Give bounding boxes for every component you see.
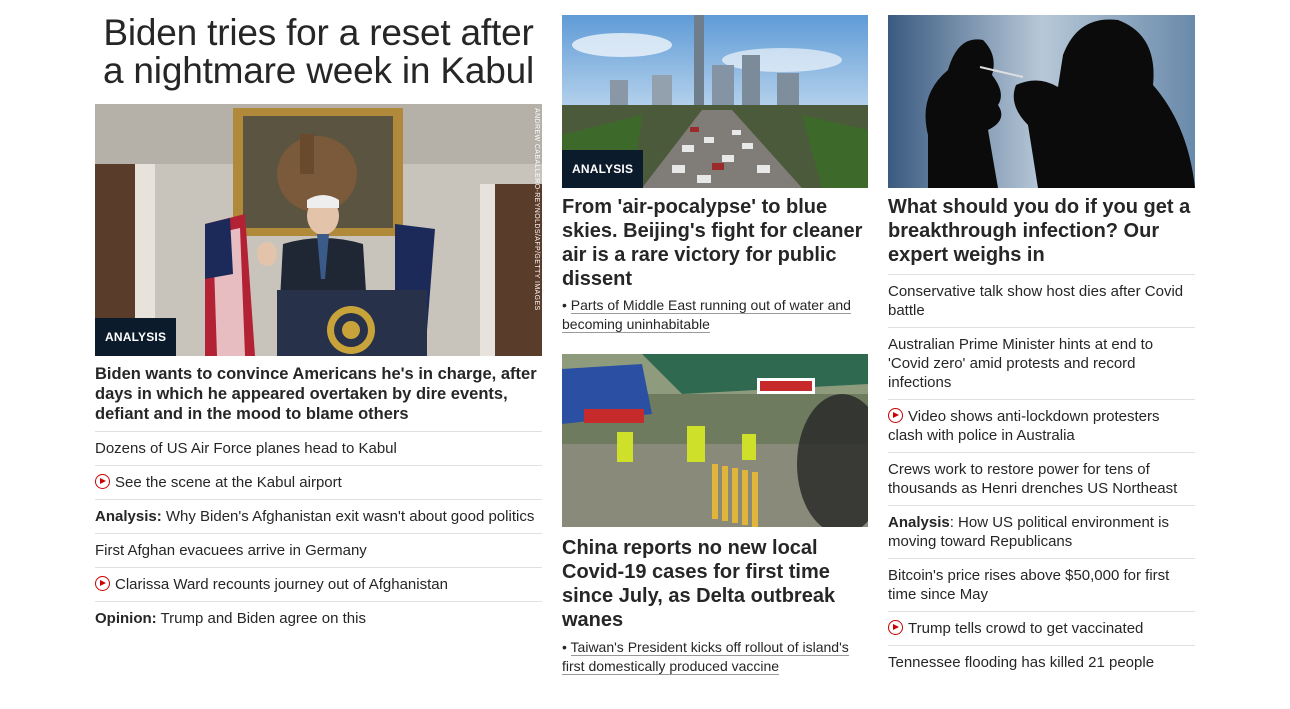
china-covid-testing-photo xyxy=(562,354,868,527)
list-item-text[interactable]: Australian Prime Minister hints at end t… xyxy=(888,336,1153,391)
list-item[interactable]: Opinion: Trump and Biden agree on this xyxy=(95,601,542,635)
list-item-text[interactable]: Tennessee flooding has killed 21 people xyxy=(888,654,1154,671)
middle-column: ANALYSIS From 'air-pocalypse' to blue sk… xyxy=(562,0,868,676)
lead-related-list: Dozens of US Air Force planes head to Ka… xyxy=(95,431,542,635)
related-link-text[interactable]: Parts of Middle East running out of wate… xyxy=(562,297,851,333)
list-item-text[interactable]: Trump tells crowd to get vaccinated xyxy=(908,620,1143,637)
list-item-text[interactable]: First Afghan evacuees arrive in Germany xyxy=(95,542,367,559)
covid-test-silhouette-photo xyxy=(888,15,1195,188)
list-item-text[interactable]: Bitcoin's price rises above $50,000 for … xyxy=(888,567,1169,603)
play-circle-icon xyxy=(888,408,903,423)
analysis-tag: ANALYSIS xyxy=(562,150,644,188)
list-item[interactable]: Bitcoin's price rises above $50,000 for … xyxy=(888,558,1195,611)
list-item[interactable]: Conservative talk show host dies after C… xyxy=(888,274,1195,327)
related-link[interactable]: • Parts of Middle East running out of wa… xyxy=(562,296,868,334)
play-circle-icon xyxy=(888,620,903,635)
list-item-text[interactable]: Dozens of US Air Force planes head to Ka… xyxy=(95,440,397,457)
beijing-story-image[interactable]: ANALYSIS xyxy=(562,15,868,188)
list-item-text[interactable]: Conservative talk show host dies after C… xyxy=(888,283,1183,319)
list-item-text[interactable]: Crews work to restore power for tens of … xyxy=(888,461,1177,497)
china-covid-story-headline[interactable]: China reports no new local Covid-19 case… xyxy=(562,527,868,636)
list-item[interactable]: Clarissa Ward recounts journey out of Af… xyxy=(95,567,542,601)
list-item-text[interactable]: See the scene at the Kabul airport xyxy=(115,474,342,491)
china-covid-story-image[interactable] xyxy=(562,354,868,527)
lead-story-column: Biden tries for a reset after a nightmar… xyxy=(95,0,542,635)
list-item[interactable]: First Afghan evacuees arrive in Germany xyxy=(95,533,542,567)
lead-story-image[interactable]: ANDREW CABALLERO-REYNOLDS/AFP/GETTY IMAG… xyxy=(95,104,542,356)
list-item[interactable]: Dozens of US Air Force planes head to Ka… xyxy=(95,431,542,465)
list-item[interactable]: Crews work to restore power for tens of … xyxy=(888,452,1195,505)
list-item[interactable]: Video shows anti-lockdown protesters cla… xyxy=(888,399,1195,452)
analysis-tag: ANALYSIS xyxy=(95,318,177,356)
right-column: What should you do if you get a breakthr… xyxy=(888,0,1195,679)
list-item-prefix: Analysis xyxy=(888,514,950,531)
list-item[interactable]: Analysis: Why Biden's Afghanistan exit w… xyxy=(95,499,542,533)
list-item-text[interactable]: Video shows anti-lockdown protesters cla… xyxy=(888,408,1160,444)
list-item-prefix: Analysis: xyxy=(95,508,162,525)
list-item[interactable]: Analysis: How US political environment i… xyxy=(888,505,1195,558)
related-link-text[interactable]: Taiwan's President kicks off rollout of … xyxy=(562,639,849,675)
list-item[interactable]: See the scene at the Kabul airport xyxy=(95,465,542,499)
photo-credit: ANDREW CABALLERO-REYNOLDS/AFP/GETTY IMAG… xyxy=(533,108,540,311)
banner-headline[interactable]: Biden tries for a reset after a nightmar… xyxy=(95,14,542,90)
breakthrough-infection-story-image[interactable] xyxy=(888,15,1195,188)
list-item-prefix: Opinion: xyxy=(95,610,157,627)
lead-story-headline[interactable]: Biden wants to convince Americans he's i… xyxy=(95,356,542,431)
list-item[interactable]: Australian Prime Minister hints at end t… xyxy=(888,327,1195,399)
breakthrough-infection-headline[interactable]: What should you do if you get a breakthr… xyxy=(888,188,1195,270)
list-item[interactable]: Trump tells crowd to get vaccinated xyxy=(888,611,1195,645)
list-item-text[interactable]: Trump and Biden agree on this xyxy=(157,610,366,627)
beijing-story-headline[interactable]: From 'air-pocalypse' to blue skies. Beij… xyxy=(562,188,868,294)
list-item-text[interactable]: Clarissa Ward recounts journey out of Af… xyxy=(115,576,448,593)
related-link[interactable]: • Taiwan's President kicks off rollout o… xyxy=(562,638,868,676)
play-circle-icon xyxy=(95,474,110,489)
list-item[interactable]: Tennessee flooding has killed 21 people xyxy=(888,645,1195,679)
list-item-text[interactable]: Why Biden's Afghanistan exit wasn't abou… xyxy=(162,508,534,525)
play-circle-icon xyxy=(95,576,110,591)
right-related-list: Conservative talk show host dies after C… xyxy=(888,274,1195,679)
